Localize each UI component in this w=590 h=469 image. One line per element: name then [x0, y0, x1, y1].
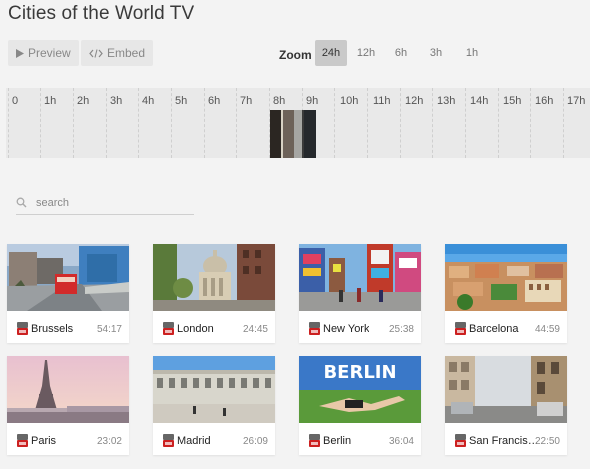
hour-label: 13h: [437, 95, 456, 107]
youtube-icon: [163, 322, 174, 335]
hour-label: 12h: [405, 95, 424, 107]
video-city: Paris: [31, 435, 57, 447]
hour-label: 6h: [208, 95, 221, 107]
search-icon: [16, 197, 27, 208]
timeline-tick: [400, 88, 401, 158]
zoom-6h[interactable]: 6h: [385, 40, 417, 66]
timeline-tick: [563, 88, 564, 158]
timeline-tick: [138, 88, 139, 158]
hour-label: 5h: [175, 95, 188, 107]
video-duration: 26:09: [242, 436, 268, 447]
zoom-3h[interactable]: 3h: [420, 40, 452, 66]
video-city: New York: [323, 323, 370, 335]
hour-label: 17h: [567, 95, 586, 107]
timeline-segment[interactable]: [270, 110, 281, 158]
zoom-12h[interactable]: 12h: [350, 40, 382, 66]
video-duration: 36:04: [388, 436, 414, 447]
video-card-brussels[interactable]: Brussels 54:17: [7, 244, 129, 343]
hour-label: 2h: [77, 95, 90, 107]
video-city: San Francis…: [469, 435, 537, 447]
video-city: Barcelona: [469, 323, 519, 335]
timeline-tick: [8, 88, 9, 158]
video-thumbnail: [153, 244, 275, 311]
youtube-icon: [309, 322, 320, 335]
timeline-tick: [171, 88, 172, 158]
zoom-24h[interactable]: 24h: [315, 40, 347, 66]
code-icon: [89, 48, 103, 58]
page-title: Cities of the World TV: [8, 3, 195, 24]
hour-label: 8h: [273, 95, 286, 107]
video-city: Berlin: [323, 435, 352, 447]
youtube-icon: [455, 434, 466, 447]
video-card-berlin[interactable]: BERLIN Berlin 36:04: [299, 356, 421, 455]
youtube-icon: [163, 434, 174, 447]
timeline-tick: [204, 88, 205, 158]
video-thumbnail: [153, 356, 275, 423]
youtube-icon: [17, 434, 28, 447]
video-duration: 22:50: [534, 436, 560, 447]
timeline-tick: [236, 88, 237, 158]
timeline-segment[interactable]: [283, 110, 294, 158]
embed-label: Embed: [107, 46, 146, 60]
video-thumbnail: [7, 356, 129, 423]
hour-label: 3h: [110, 95, 123, 107]
timeline-tick: [106, 88, 107, 158]
youtube-icon: [17, 322, 28, 335]
video-city: Madrid: [177, 435, 211, 447]
timeline-segment[interactable]: [304, 110, 316, 158]
timeline-tick: [432, 88, 433, 158]
search-input[interactable]: [36, 193, 192, 213]
timeline-tick: [334, 88, 335, 158]
hour-label: 0: [12, 95, 19, 107]
timeline-tick: [530, 88, 531, 158]
video-card-barcelona[interactable]: Barcelona 44:59: [445, 244, 567, 343]
thumbnail-caption: BERLIN: [323, 362, 396, 383]
video-thumbnail: [445, 244, 567, 311]
video-duration: 44:59: [534, 324, 560, 335]
hour-label: 16h: [535, 95, 554, 107]
video-thumbnail: [7, 244, 129, 311]
hour-label: 10h: [340, 95, 359, 107]
hour-label: 1h: [44, 95, 57, 107]
play-icon: [16, 48, 24, 58]
video-card-paris[interactable]: Paris 23:02: [7, 356, 129, 455]
hour-label: 14h: [470, 95, 489, 107]
video-card-madrid[interactable]: Madrid 26:09: [153, 356, 275, 455]
zoom-1h[interactable]: 1h: [456, 40, 488, 66]
video-duration: 25:38: [388, 324, 414, 335]
hour-label: 15h: [503, 95, 522, 107]
video-card-new-york[interactable]: New York 25:38: [299, 244, 421, 343]
youtube-icon: [455, 322, 466, 335]
search-box: [16, 193, 194, 215]
timeline-tick: [465, 88, 466, 158]
hour-label: 4h: [142, 95, 155, 107]
video-thumbnail: [445, 356, 567, 423]
video-thumbnail: BERLIN: [299, 356, 421, 423]
preview-label: Preview: [28, 46, 71, 60]
hour-label: 9h: [306, 95, 319, 107]
hour-label: 11h: [373, 95, 391, 107]
video-card-san-francisco[interactable]: San Francis… 22:50: [445, 356, 567, 455]
zoom-label: Zoom: [279, 48, 312, 62]
embed-button[interactable]: Embed: [81, 40, 154, 66]
timeline-tick: [40, 88, 41, 158]
video-city: London: [177, 323, 214, 335]
video-duration: 23:02: [96, 436, 122, 447]
video-city: Brussels: [31, 323, 74, 335]
video-card-london[interactable]: London 24:45: [153, 244, 275, 343]
video-thumbnail: [299, 244, 421, 311]
timeline[interactable]: 0 1h 2h 3h 4h 5h 6h 7h 8h 9h 10h 11h 12h…: [6, 88, 590, 158]
timeline-tick: [498, 88, 499, 158]
video-duration: 24:45: [242, 324, 268, 335]
hour-label: 7h: [240, 95, 253, 107]
video-duration: 54:17: [96, 324, 122, 335]
youtube-icon: [309, 434, 320, 447]
timeline-segment[interactable]: [294, 110, 302, 158]
timeline-tick: [367, 88, 368, 158]
timeline-tick: [73, 88, 74, 158]
preview-button[interactable]: Preview: [8, 40, 79, 66]
